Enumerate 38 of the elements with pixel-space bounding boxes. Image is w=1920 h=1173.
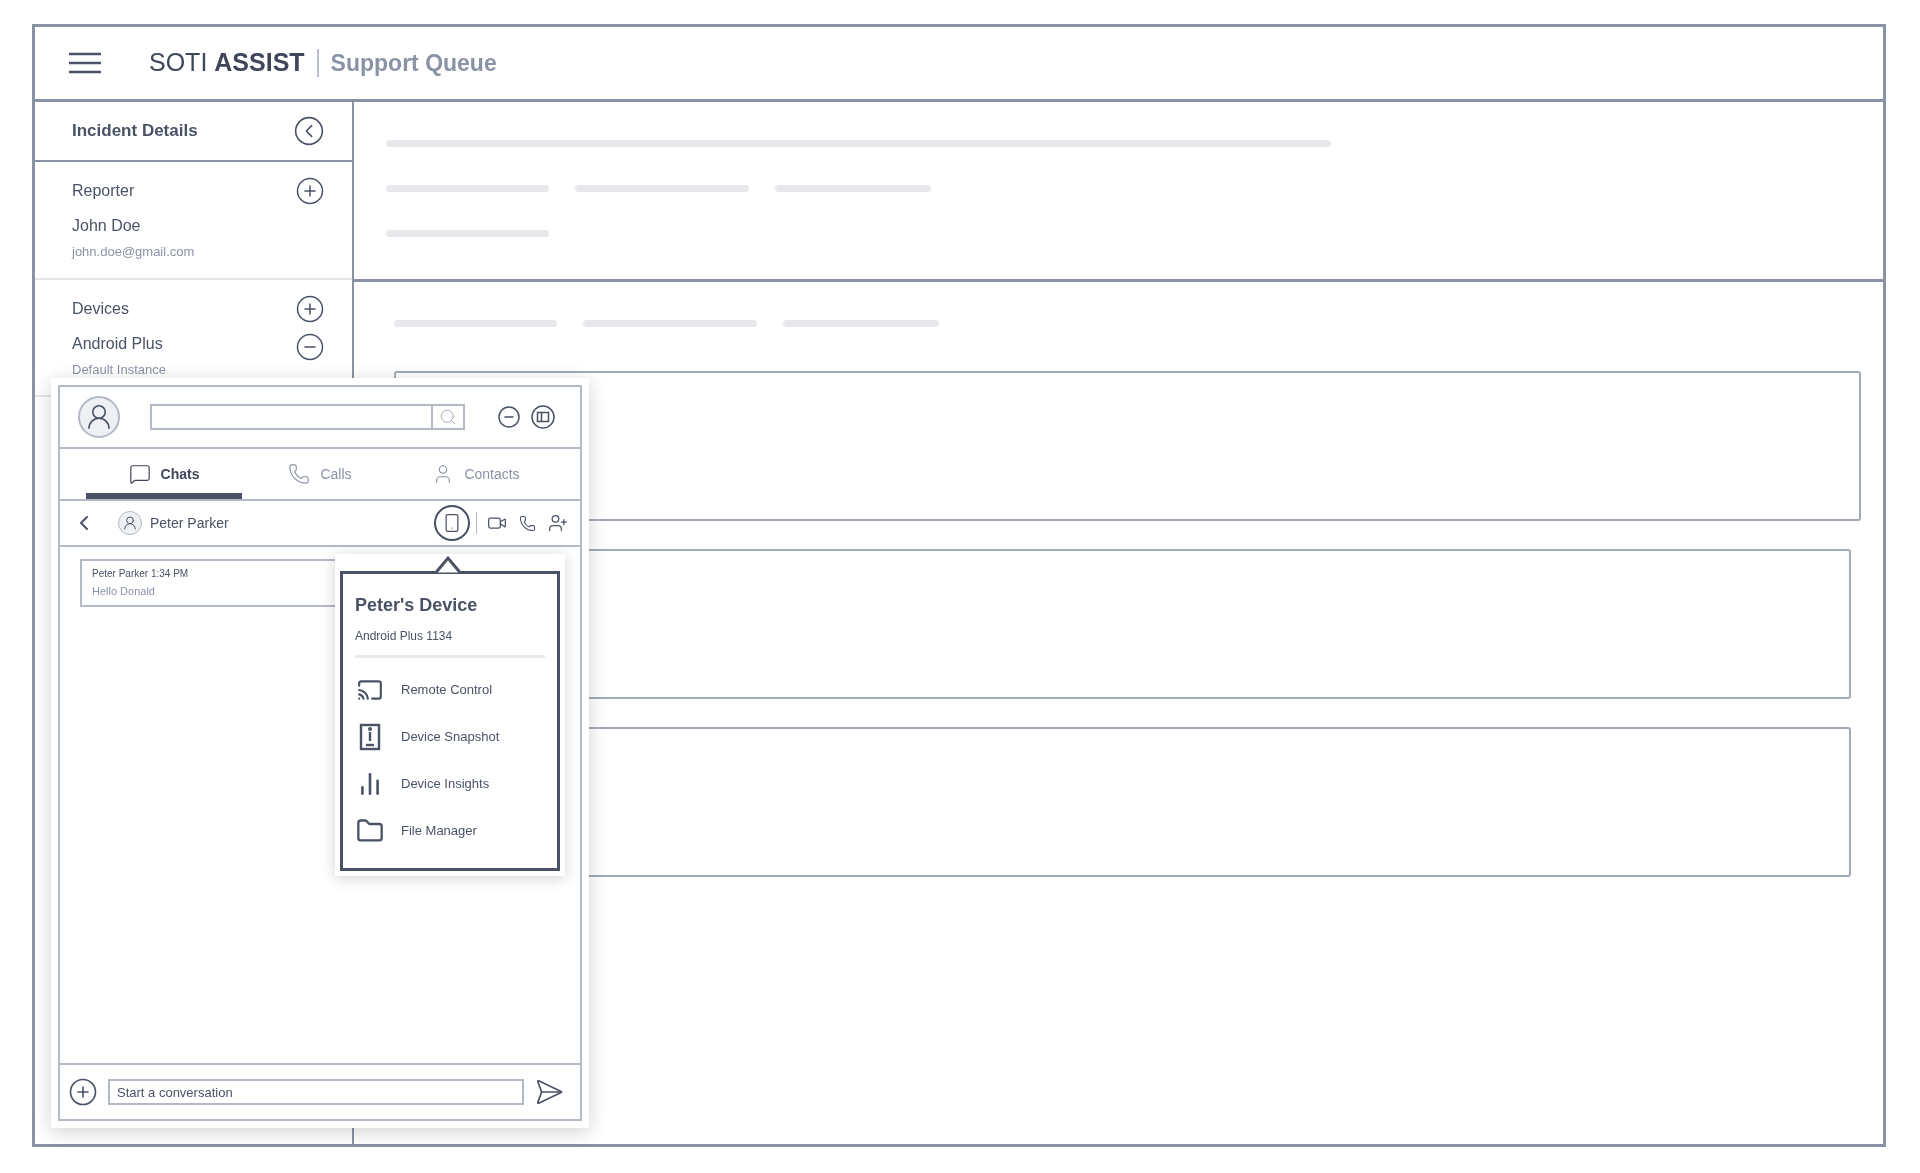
message-text: Hello Donald [92, 584, 156, 599]
popover-title: Peter's Device [355, 594, 479, 617]
search-field[interactable] [150, 404, 465, 430]
brand-name: SOTI ASSIST [149, 47, 305, 79]
avatar[interactable] [78, 396, 120, 438]
message-meta: Peter Parker 1:34 PM [92, 567, 190, 581]
device-button[interactable] [434, 505, 470, 541]
speech-bubble-icon [128, 463, 151, 485]
minimize-icon[interactable] [497, 405, 521, 429]
section-label: Devices [72, 298, 129, 319]
section-label: Reporter [72, 181, 135, 201]
panel-icon[interactable] [531, 405, 555, 429]
menu-item[interactable]: Device Insights [355, 760, 545, 807]
menu-item[interactable]: Remote Control [355, 666, 545, 713]
folder-icon [356, 816, 384, 845]
item-title: Android Plus [72, 333, 164, 354]
collapse-icon[interactable] [293, 115, 325, 147]
menu-item[interactable]: File Manager [355, 807, 545, 854]
page-title: Support Queue [330, 48, 497, 78]
menu-icon[interactable] [69, 52, 101, 74]
tab[interactable]: Chats [86, 449, 242, 499]
popover-subtitle: Android Plus 1134 [355, 628, 454, 645]
item-subtitle: Default Instance [72, 360, 166, 379]
menu-item[interactable]: Device Snapshot [355, 713, 545, 760]
info-tablet-icon [359, 722, 381, 751]
phone-icon[interactable] [519, 514, 536, 532]
phone-icon [288, 463, 311, 485]
remove-icon[interactable] [295, 331, 325, 362]
message-input[interactable]: Start a conversation [108, 1079, 524, 1105]
contact-name: Peter Parker [150, 513, 229, 533]
add-icon[interactable] [68, 1077, 98, 1107]
item-subtitle: john.doe@gmail.com [72, 243, 195, 261]
item-title: John Doe [72, 216, 142, 236]
send-icon[interactable] [534, 1077, 564, 1107]
add-icon[interactable] [295, 293, 325, 324]
add-icon[interactable] [295, 176, 325, 206]
panel-title: Incident Details [72, 120, 198, 143]
add-person-icon[interactable] [548, 513, 568, 533]
